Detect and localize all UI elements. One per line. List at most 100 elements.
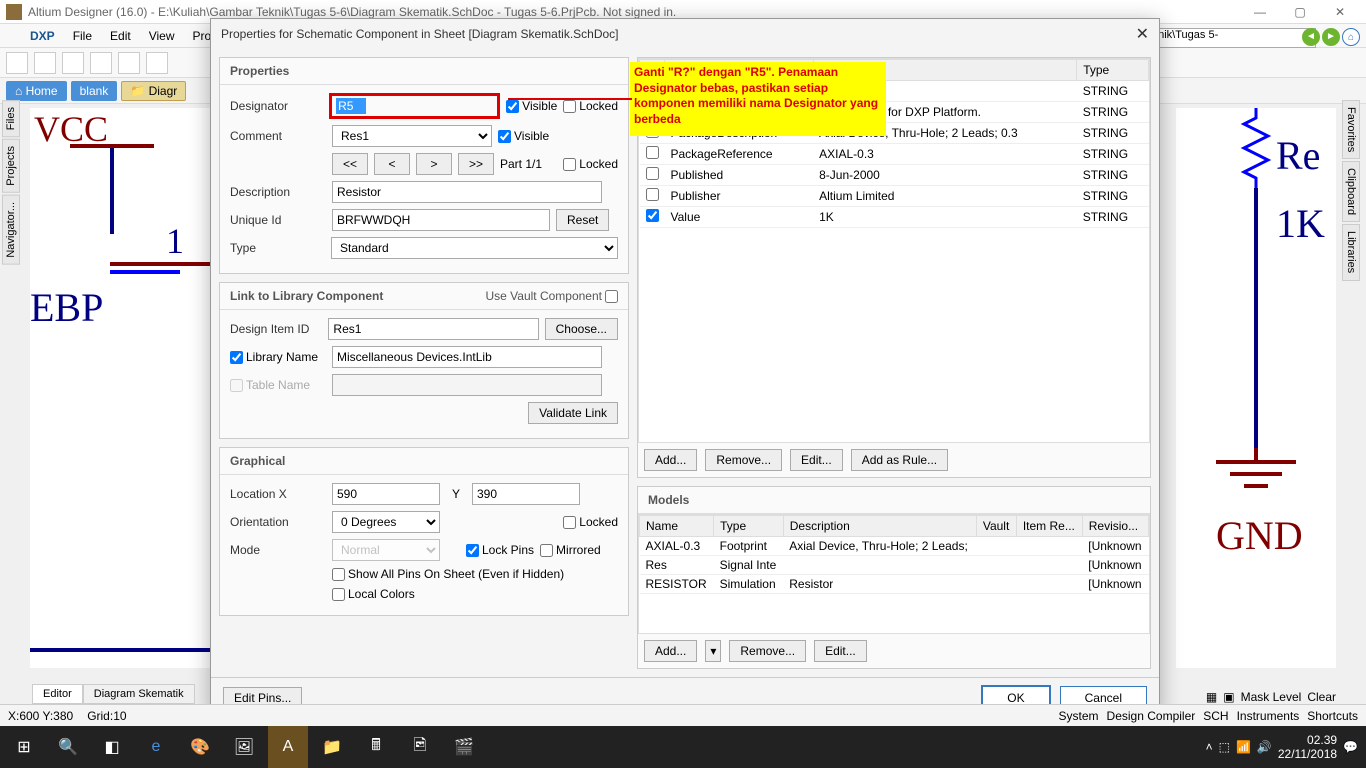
schematic-canvas-right[interactable]: Re 1K GND	[1176, 108, 1336, 668]
side-tab-libraries[interactable]: Libraries	[1342, 224, 1360, 280]
param-add-button[interactable]: Add...	[644, 449, 697, 471]
minimize-button[interactable]: —	[1240, 0, 1280, 24]
tab-editor[interactable]: Editor	[32, 684, 83, 704]
maximize-button[interactable]: ▢	[1280, 0, 1320, 24]
status-instruments[interactable]: Instruments	[1237, 709, 1300, 723]
table-row[interactable]: ResSignal Inte[Unknown	[640, 556, 1149, 575]
comment-visible-check[interactable]: Visible	[498, 129, 549, 143]
menu-view[interactable]: View	[141, 26, 183, 46]
uniqueid-input[interactable]	[332, 209, 550, 231]
row-visible-check[interactable]	[646, 188, 659, 201]
toolbar-save-icon[interactable]	[62, 52, 84, 74]
side-tab-files[interactable]: Files	[2, 100, 20, 137]
table-row[interactable]: RESISTORSimulationResistor[Unknown	[640, 575, 1149, 594]
tab-diagram[interactable]: Diagram Skematik	[83, 684, 195, 704]
graphical-locked-check[interactable]: Locked	[563, 515, 618, 529]
mcol-desc[interactable]: Description	[783, 516, 976, 537]
part-prev-button[interactable]: <	[374, 153, 410, 175]
choose-button[interactable]: Choose...	[545, 318, 618, 340]
table-row[interactable]: PackageReferenceAXIAL-0.3STRING	[640, 144, 1149, 165]
start-icon[interactable]: ⊞	[4, 726, 44, 768]
menu-edit[interactable]: Edit	[102, 26, 139, 46]
menu-file[interactable]: File	[65, 26, 100, 46]
schematic-canvas-left[interactable]: VCC 1 EBP	[30, 108, 210, 668]
side-tab-projects[interactable]: Projects	[2, 139, 20, 193]
nav-fwd-icon[interactable]: ►	[1322, 28, 1340, 46]
status-system[interactable]: System	[1059, 709, 1099, 723]
video-icon[interactable]: 🎬	[444, 726, 484, 768]
calculator-icon[interactable]: 🖩	[356, 726, 396, 768]
menu-dxp[interactable]: DXP	[22, 26, 63, 46]
model-remove-button[interactable]: Remove...	[729, 640, 806, 662]
side-tab-clipboard[interactable]: Clipboard	[1342, 161, 1360, 222]
validate-link-button[interactable]: Validate Link	[528, 402, 618, 424]
show-all-pins-check[interactable]: Show All Pins On Sheet (Even if Hidden)	[332, 567, 564, 581]
model-add-button[interactable]: Add...	[644, 640, 697, 662]
dialog-close-icon[interactable]: ✕	[1136, 24, 1149, 44]
table-row[interactable]: Value1KSTRING	[640, 207, 1149, 228]
path-combo[interactable]: Teknik\Tugas 5-	[1136, 28, 1316, 48]
reset-button[interactable]: Reset	[556, 209, 609, 231]
nav-back-icon[interactable]: ◄	[1302, 28, 1320, 46]
clear-button[interactable]: Clear	[1307, 690, 1336, 704]
status-shortcuts[interactable]: Shortcuts	[1307, 709, 1358, 723]
lock-pins-check[interactable]: Lock Pins	[466, 543, 534, 557]
toolbar-print-icon[interactable]	[90, 52, 112, 74]
toolbar-new-icon[interactable]	[6, 52, 28, 74]
table-row[interactable]: Published8-Jun-2000STRING	[640, 165, 1149, 186]
library-name-input[interactable]	[332, 346, 602, 368]
taskview-icon[interactable]: ◧	[92, 726, 132, 768]
part-next-button[interactable]: >	[416, 153, 452, 175]
param-remove-button[interactable]: Remove...	[705, 449, 782, 471]
photos-icon[interactable]: 🖼	[224, 726, 264, 768]
toolbar-pan-icon[interactable]	[146, 52, 168, 74]
altium-task-icon[interactable]: A	[268, 726, 308, 768]
table-row[interactable]: AXIAL-0.3FootprintAxial Device, Thru-Hol…	[640, 537, 1149, 556]
paint-icon[interactable]: 🎨	[180, 726, 220, 768]
designator-locked-check[interactable]: Locked	[563, 99, 618, 113]
tray-notifications-icon[interactable]: 💬	[1343, 740, 1358, 754]
thumb-icon[interactable]: ▦	[1206, 690, 1217, 704]
part-first-button[interactable]: <<	[332, 153, 368, 175]
type-select[interactable]: Standard	[331, 237, 618, 259]
edge-icon[interactable]: e	[136, 726, 176, 768]
designator-visible-check[interactable]: Visible	[506, 99, 557, 113]
side-tab-navigator[interactable]: Navigator...	[2, 195, 20, 265]
crumb-diagram[interactable]: 📁 Diagr	[121, 81, 186, 101]
tray-volume-icon[interactable]: 🔊	[1257, 740, 1272, 754]
tray-wifi-icon[interactable]: 📶	[1236, 740, 1251, 754]
expand-icon[interactable]: ▣	[1223, 690, 1234, 704]
location-y-input[interactable]	[472, 483, 580, 505]
status-sch[interactable]: SCH	[1203, 709, 1228, 723]
close-button[interactable]: ✕	[1320, 0, 1360, 24]
row-visible-check[interactable]	[646, 167, 659, 180]
use-vault-check[interactable]: Use Vault Component	[485, 289, 618, 303]
crumb-home[interactable]: ⌂ Home	[6, 81, 67, 101]
local-colors-check[interactable]: Local Colors	[332, 587, 415, 601]
models-table-scroll[interactable]: Name Type Description Vault Item Re... R…	[638, 514, 1150, 634]
description-input[interactable]	[332, 181, 602, 203]
param-add-rule-button[interactable]: Add as Rule...	[851, 449, 948, 471]
row-visible-check[interactable]	[646, 146, 659, 159]
mcol-vault[interactable]: Vault	[976, 516, 1016, 537]
model-edit-button[interactable]: Edit...	[814, 640, 867, 662]
col-type[interactable]: Type	[1077, 60, 1149, 81]
clock[interactable]: 02.39 22/11/2018	[1278, 733, 1337, 761]
status-design-compiler[interactable]: Design Compiler	[1107, 709, 1196, 723]
mcol-rev[interactable]: Revisio...	[1082, 516, 1148, 537]
toolbar-zoom-icon[interactable]	[118, 52, 140, 74]
row-visible-check[interactable]	[646, 209, 659, 222]
nav-home-icon[interactable]: ⌂	[1342, 28, 1360, 46]
tray-action-icon[interactable]: ⬚	[1219, 740, 1230, 754]
side-tab-favorites[interactable]: Favorites	[1342, 100, 1360, 159]
orientation-select[interactable]: 0 Degrees	[332, 511, 440, 533]
explorer-icon[interactable]: 📁	[312, 726, 352, 768]
part-last-button[interactable]: >>	[458, 153, 494, 175]
designator-input[interactable]	[336, 98, 366, 114]
toolbar-open-icon[interactable]	[34, 52, 56, 74]
mirrored-check[interactable]: Mirrored	[540, 543, 601, 557]
location-x-input[interactable]	[332, 483, 440, 505]
crumb-blank[interactable]: blank	[71, 81, 118, 101]
part-locked-check[interactable]: Locked	[563, 157, 618, 171]
mcol-name[interactable]: Name	[640, 516, 714, 537]
